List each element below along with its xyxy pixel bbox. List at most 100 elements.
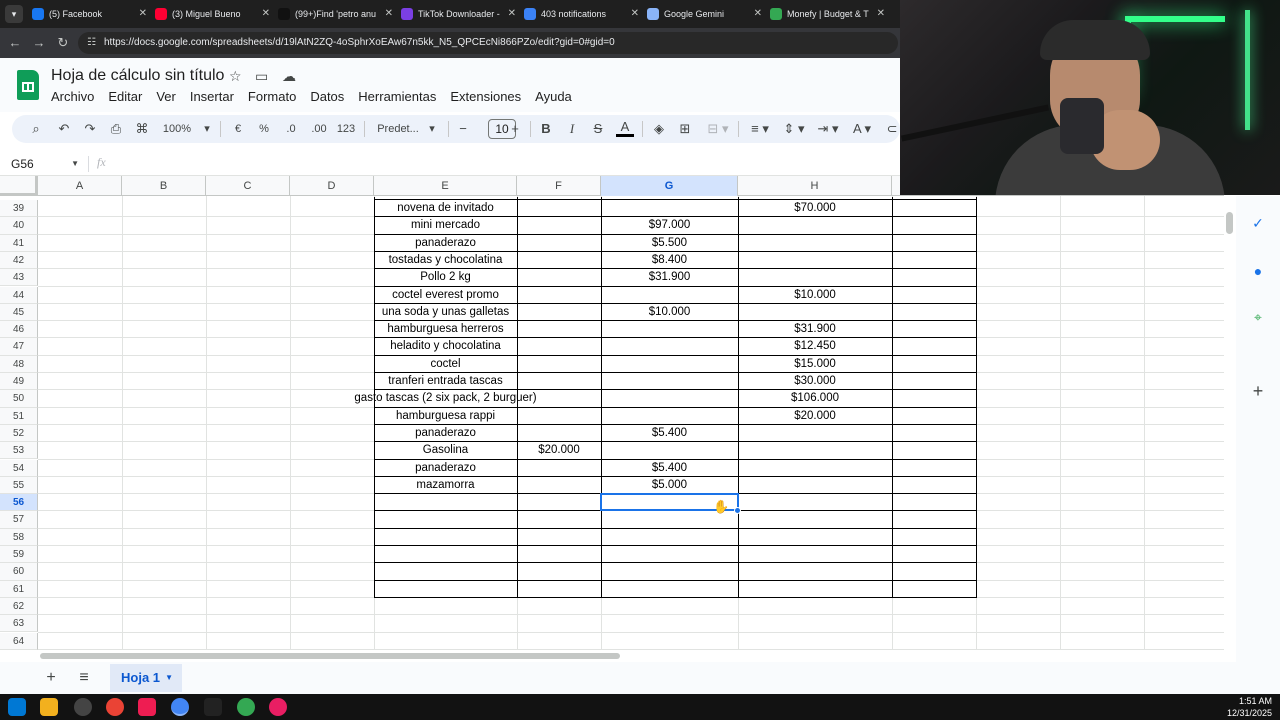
file-explorer-icon[interactable] <box>40 698 58 716</box>
cell-g[interactable]: $10.000 <box>601 304 738 321</box>
tasks-icon[interactable]: ✓ <box>1249 214 1267 232</box>
row-header[interactable]: 54 <box>0 459 38 477</box>
cell-h[interactable]: $12.450 <box>738 338 892 355</box>
row-header[interactable]: 41 <box>0 234 38 252</box>
browser-tab[interactable]: Google Gemini ✕ <box>647 2 765 26</box>
cell-g[interactable]: $5.500 <box>601 235 738 252</box>
name-box-chevron-icon[interactable]: ▼ <box>71 156 79 172</box>
fill-color-icon[interactable]: ◈ <box>650 119 668 139</box>
cell-e[interactable]: una soda y unas galletas <box>374 304 517 321</box>
cell-e[interactable]: heladito y chocolatina <box>374 338 517 355</box>
cell-g[interactable]: $5.000 <box>601 477 738 494</box>
column-header-c[interactable]: C <box>206 176 290 196</box>
browser-tab[interactable]: (5) Facebook ✕ <box>32 2 150 26</box>
cell-e[interactable]: mazamorra <box>374 477 517 494</box>
text-color-button[interactable]: A <box>616 119 634 137</box>
menu-archivo[interactable]: Archivo <box>51 88 94 106</box>
row-header[interactable]: 62 <box>0 597 38 616</box>
menu-formato[interactable]: Formato <box>248 88 296 106</box>
cell-e[interactable]: coctel <box>374 356 517 373</box>
text-rotation-icon[interactable]: A ▾ <box>848 119 876 139</box>
add-sheet-icon[interactable]: + <box>40 668 62 688</box>
column-header-h[interactable]: H <box>738 176 892 196</box>
cell-g[interactable]: $5.400 <box>601 425 738 442</box>
column-header-f[interactable]: F <box>517 176 601 196</box>
row-header[interactable]: 59 <box>0 546 38 564</box>
tab-close-icon[interactable]: ✕ <box>754 2 762 26</box>
select-all-corner[interactable] <box>0 176 38 196</box>
fill-handle[interactable] <box>734 507 741 515</box>
back-icon[interactable]: ← <box>6 34 24 52</box>
cell-e[interactable]: Gasolina <box>374 442 517 459</box>
row-header[interactable]: 48 <box>0 355 38 373</box>
column-header-b[interactable]: B <box>122 176 206 196</box>
system-clock[interactable]: 1:51 AM 12/31/2025 <box>1227 695 1272 719</box>
menu-insertar[interactable]: Insertar <box>190 88 234 106</box>
currency-format-button[interactable]: € <box>229 119 247 139</box>
decrease-font-size-icon[interactable]: − <box>456 119 470 139</box>
row-header[interactable]: 50 <box>0 390 38 408</box>
cell-h[interactable]: $70.000 <box>738 200 892 217</box>
print-icon[interactable]: ⎙ <box>106 119 126 139</box>
cell-g[interactable]: $8.400 <box>601 252 738 269</box>
cell-e[interactable]: mini mercado <box>374 217 517 234</box>
row-header[interactable]: 63 <box>0 615 38 633</box>
cell-e[interactable]: tranferi entrada tascas <box>374 373 517 390</box>
italic-button[interactable]: I <box>564 119 580 139</box>
percent-format-button[interactable]: % <box>255 119 273 139</box>
tab-close-icon[interactable]: ✕ <box>877 2 885 26</box>
spreadsheet-grid[interactable]: ABCDEFGH 39 40 41 42 43 44 45 46 47 48 49 50 51 52 53 5… <box>0 176 1224 650</box>
reload-icon[interactable]: ↻ <box>54 34 72 52</box>
row-header[interactable]: 55 <box>0 476 38 495</box>
cell-g[interactable]: $5.400 <box>601 460 738 477</box>
all-sheets-icon[interactable]: ≡ <box>73 668 95 688</box>
obs-icon[interactable] <box>74 698 92 716</box>
row-header[interactable]: 46 <box>0 321 38 339</box>
column-header-a[interactable]: A <box>38 176 122 196</box>
row-header[interactable]: 61 <box>0 580 38 598</box>
tab-close-icon[interactable]: ✕ <box>385 2 393 26</box>
cell-e[interactable]: Pollo 2 kg <box>374 269 517 286</box>
tab-close-icon[interactable]: ✕ <box>139 2 147 26</box>
vertical-align-icon[interactable]: ⇕ ▾ <box>780 119 808 139</box>
row-header[interactable]: 47 <box>0 338 38 356</box>
borders-icon[interactable]: ⊞ <box>676 119 694 139</box>
cell-g[interactable]: $97.000 <box>601 217 738 234</box>
cell-g[interactable]: $31.900 <box>601 269 738 286</box>
document-title[interactable]: Hoja de cálculo sin título <box>51 67 224 85</box>
slack-icon[interactable] <box>269 698 287 716</box>
chrome-active-icon[interactable] <box>171 698 189 716</box>
search-menus-icon[interactable]: ⌕ <box>26 119 46 139</box>
zoom-chevron-icon[interactable]: ▾ <box>201 119 213 139</box>
bold-button[interactable]: B <box>538 119 554 139</box>
menu-extensiones[interactable]: Extensiones <box>450 88 521 106</box>
cell-e[interactable]: tostadas y chocolatina <box>374 252 517 269</box>
get-addons-icon[interactable]: + <box>1249 382 1267 400</box>
decrease-decimal-button[interactable]: .0 <box>280 119 302 139</box>
cell-e[interactable]: panaderazo <box>374 460 517 477</box>
cell-e[interactable]: coctel everest promo <box>374 287 517 304</box>
row-header[interactable]: 49 <box>0 373 38 391</box>
cell-h[interactable]: $106.000 <box>738 390 892 407</box>
column-header-g[interactable]: G <box>601 176 738 196</box>
cell-e[interactable]: panaderazo <box>374 425 517 442</box>
row-header[interactable]: 60 <box>0 563 38 581</box>
horizontal-scroll-thumb[interactable] <box>40 653 620 659</box>
column-header-e[interactable]: E <box>374 176 517 196</box>
cloud-status-icon[interactable]: ☁ <box>282 68 296 85</box>
redo-icon[interactable]: ↷ <box>80 119 100 139</box>
cell-e[interactable]: hamburguesa rappi <box>374 408 517 425</box>
menu-datos[interactable]: Datos <box>310 88 344 106</box>
cell-h[interactable]: $31.900 <box>738 321 892 338</box>
row-header[interactable]: 39 <box>0 200 38 218</box>
site-info-icon[interactable]: ☷ <box>87 32 96 54</box>
tab-close-icon[interactable]: ✕ <box>508 2 516 26</box>
font-chevron-icon[interactable]: ▾ <box>426 119 438 139</box>
strikethrough-button[interactable]: S <box>590 119 606 139</box>
tab-search-icon[interactable]: ▾ <box>5 5 23 23</box>
address-bar[interactable]: ☷ https://docs.google.com/spreadsheets/d… <box>78 32 898 54</box>
menu-ver[interactable]: Ver <box>156 88 176 106</box>
text-wrap-icon[interactable]: ⇥ ▾ <box>814 119 842 139</box>
star-icon[interactable]: ☆ <box>229 68 242 85</box>
horizontal-scrollbar[interactable] <box>38 650 1224 662</box>
